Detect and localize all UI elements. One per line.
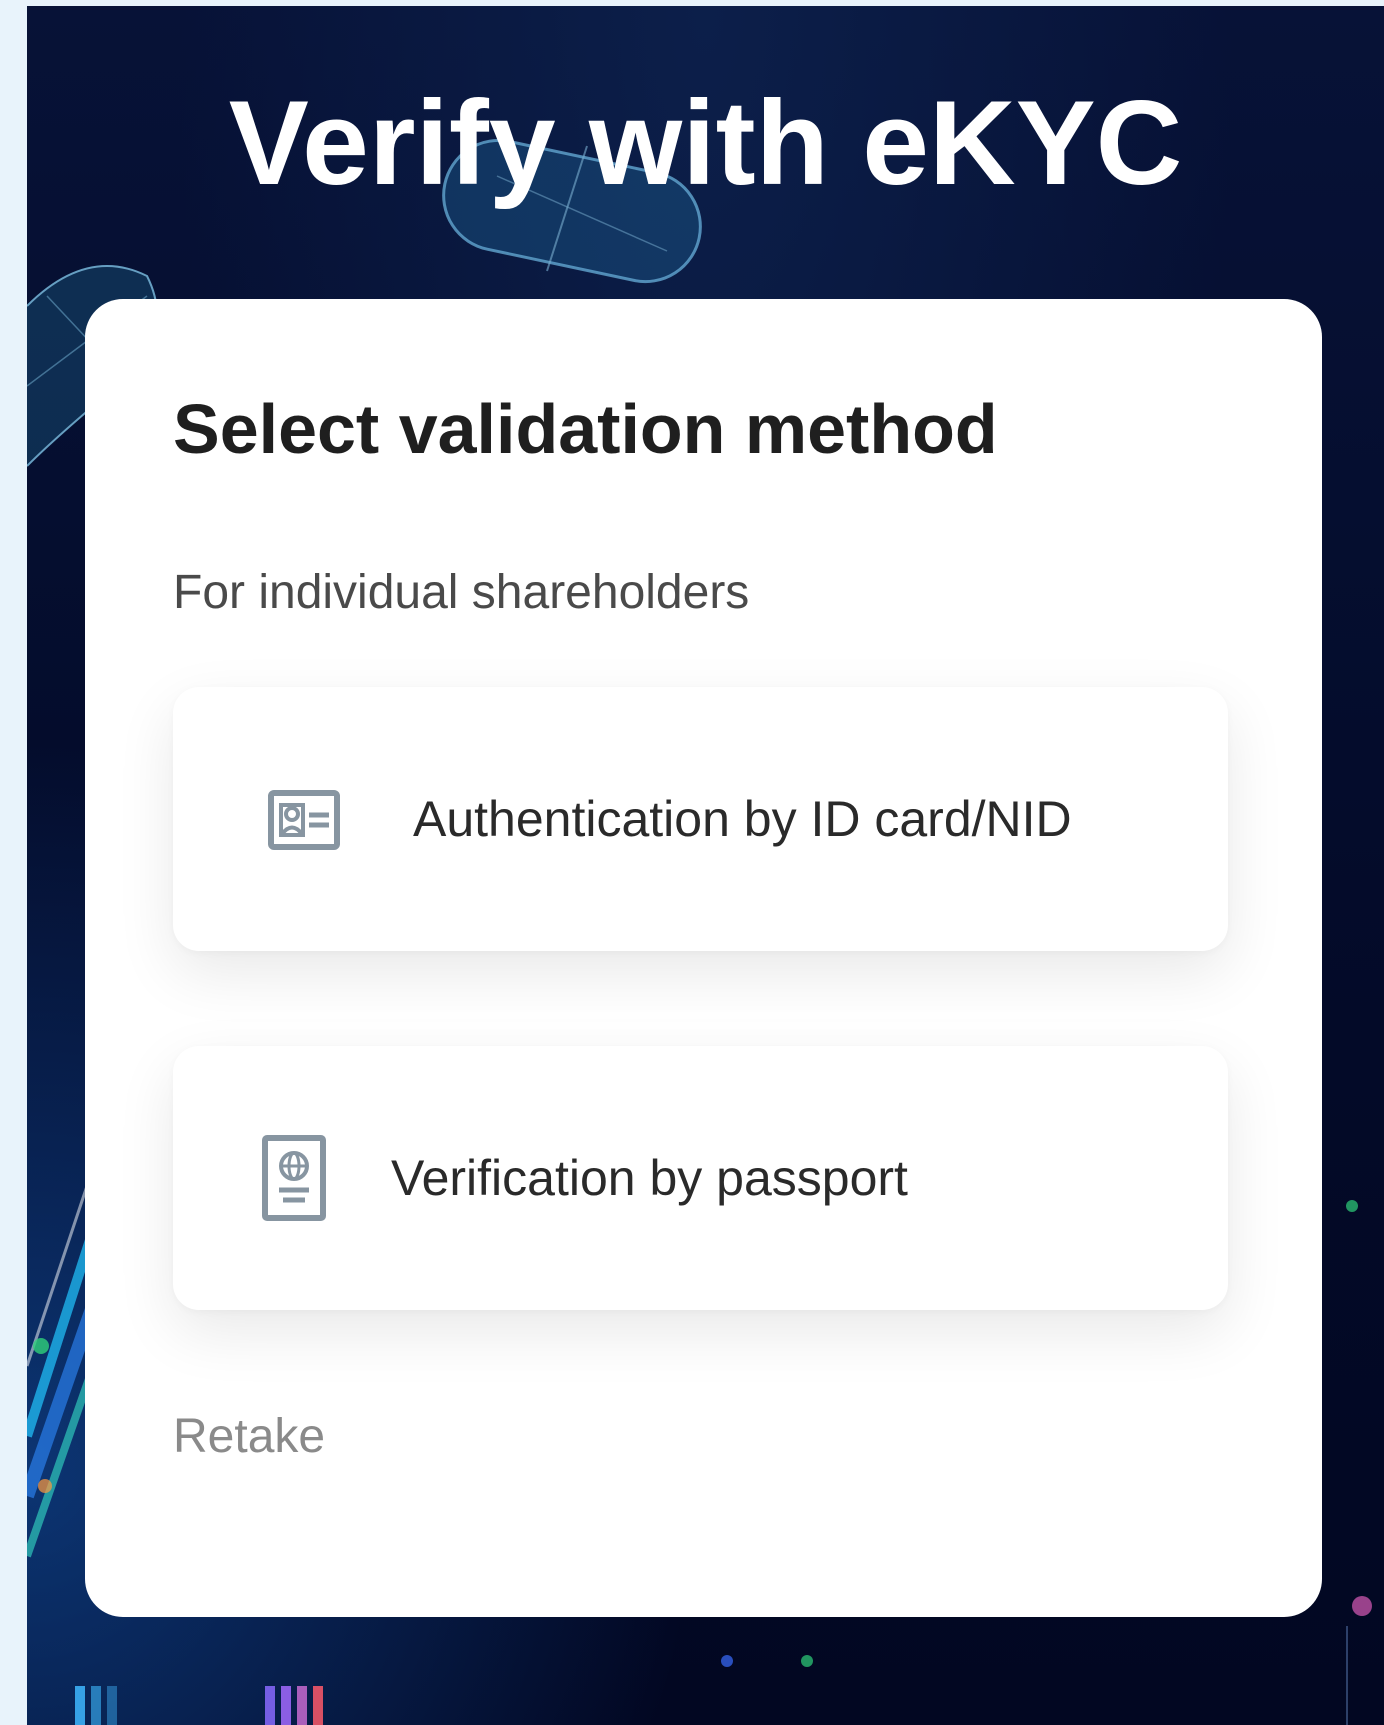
id-card-option-button[interactable]: Authentication by ID card/NID [173,687,1228,951]
retake-link[interactable]: Retake [173,1409,325,1465]
passport-option-button[interactable]: Verification by passport [173,1046,1228,1310]
id-card-option-label: Authentication by ID card/NID [413,791,1072,847]
validation-method-card: Select validation method For individual … [85,299,1322,1617]
card-subtitle: For individual shareholders [173,566,750,619]
passport-option-label: Verification by passport [391,1150,908,1206]
passport-icon [262,1135,326,1221]
bar-pattern-decoration [75,1626,1348,1725]
ekyc-background: Verify with eKYC Select validation metho… [27,6,1384,1725]
id-card-icon [268,790,340,850]
page-title: Verify with eKYC [228,76,1183,210]
card-title: Select validation method [173,390,998,468]
